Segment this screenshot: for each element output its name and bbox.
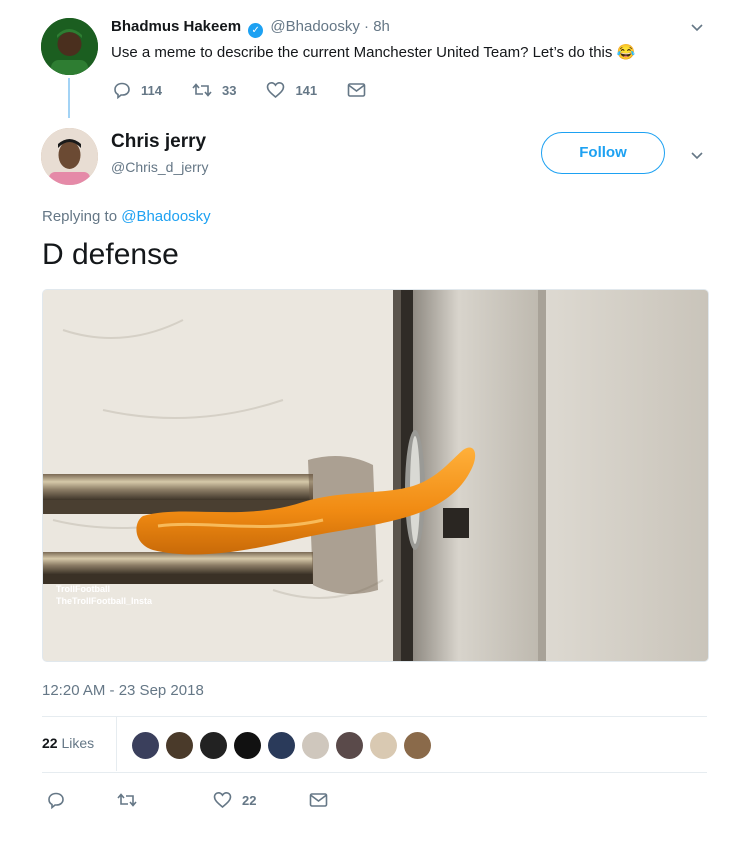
media-watermark: TrollFootball TheTrollFootball_Insta — [56, 583, 152, 607]
watermark-line-2: TheTrollFootball_Insta — [56, 596, 153, 606]
reply-author-handle[interactable]: @Chris_d_jerry — [111, 159, 208, 175]
parent-header: Bhadmus Hakeem ✓ @Bhadoosky · 8h — [111, 18, 390, 38]
parent-retweet-button[interactable]: 33 — [192, 81, 236, 99]
reply-avatar[interactable] — [41, 128, 98, 185]
reply-retweet-button[interactable] — [117, 791, 213, 809]
parent-timestamp[interactable]: 8h — [373, 18, 390, 35]
liker-avatar[interactable] — [302, 732, 329, 759]
likes-stat[interactable]: 22 Likes — [42, 735, 94, 751]
parent-tweet-text: Use a meme to describe the current Manch… — [111, 44, 636, 61]
reply-icon — [114, 82, 130, 99]
tweet-media-image[interactable]: TrollFootball TheTrollFootball_Insta — [42, 289, 709, 662]
stats-divider-bottom — [42, 772, 707, 773]
likes-count: 22 — [42, 735, 58, 751]
replying-prefix: Replying to — [42, 208, 122, 225]
reply-icon — [48, 792, 64, 809]
parent-actions: 114 33 141 — [113, 81, 406, 99]
reply-more-chevron-down-icon[interactable] — [690, 148, 704, 165]
likes-label: Likes — [57, 735, 95, 751]
liker-avatar[interactable] — [132, 732, 159, 759]
parent-avatar[interactable] — [41, 18, 98, 75]
reply-like-button[interactable]: 22 — [213, 791, 309, 809]
parent-author-handle[interactable]: @Bhadoosky — [270, 18, 359, 35]
parent-separator: · — [364, 18, 370, 35]
reply-reply-button[interactable] — [47, 791, 117, 809]
liker-avatar[interactable] — [404, 732, 431, 759]
liker-avatar[interactable] — [166, 732, 193, 759]
thread-line — [68, 78, 70, 118]
liker-avatar[interactable] — [268, 732, 295, 759]
replying-to-link[interactable]: @Bhadoosky — [121, 208, 210, 225]
liker-avatar[interactable] — [200, 732, 227, 759]
heart-icon — [267, 81, 285, 99]
likes-separator — [116, 717, 117, 771]
replying-to: Replying to @Bhadoosky — [42, 208, 211, 225]
likers-avatar-list — [132, 732, 438, 759]
parent-tweet[interactable]: Bhadmus Hakeem ✓ @Bhadoosky · 8h Use a m… — [0, 0, 750, 118]
envelope-icon — [309, 793, 328, 807]
reply-actions: 22 — [47, 791, 338, 809]
parent-reply-button[interactable]: 114 — [113, 81, 162, 99]
reply-like-count: 22 — [242, 792, 257, 808]
parent-dm-button[interactable] — [347, 82, 376, 98]
watermark-line-1: TrollFootball — [56, 584, 110, 594]
follow-button[interactable]: Follow — [541, 132, 665, 174]
reply-timestamp[interactable]: 12:20 AM - 23 Sep 2018 — [42, 682, 204, 699]
stats-divider-top — [42, 716, 707, 717]
parent-more-chevron-down-icon[interactable] — [690, 20, 704, 37]
retweet-icon — [192, 83, 212, 97]
retweet-icon — [117, 793, 137, 807]
verified-badge-icon: ✓ — [248, 23, 264, 38]
envelope-icon — [347, 83, 366, 97]
reply-dm-button[interactable] — [309, 792, 338, 808]
parent-like-count: 141 — [295, 82, 318, 98]
parent-retweet-count: 33 — [221, 82, 237, 98]
parent-like-button[interactable]: 141 — [266, 81, 317, 99]
liker-avatar[interactable] — [234, 732, 261, 759]
liker-avatar[interactable] — [370, 732, 397, 759]
reply-author-name[interactable]: Chris jerry — [111, 131, 206, 153]
heart-icon — [213, 791, 232, 809]
parent-reply-count: 114 — [141, 82, 162, 98]
liker-avatar[interactable] — [336, 732, 363, 759]
parent-author-name[interactable]: Bhadmus Hakeem — [111, 18, 241, 35]
reply-tweet-text: D defense — [42, 238, 179, 271]
